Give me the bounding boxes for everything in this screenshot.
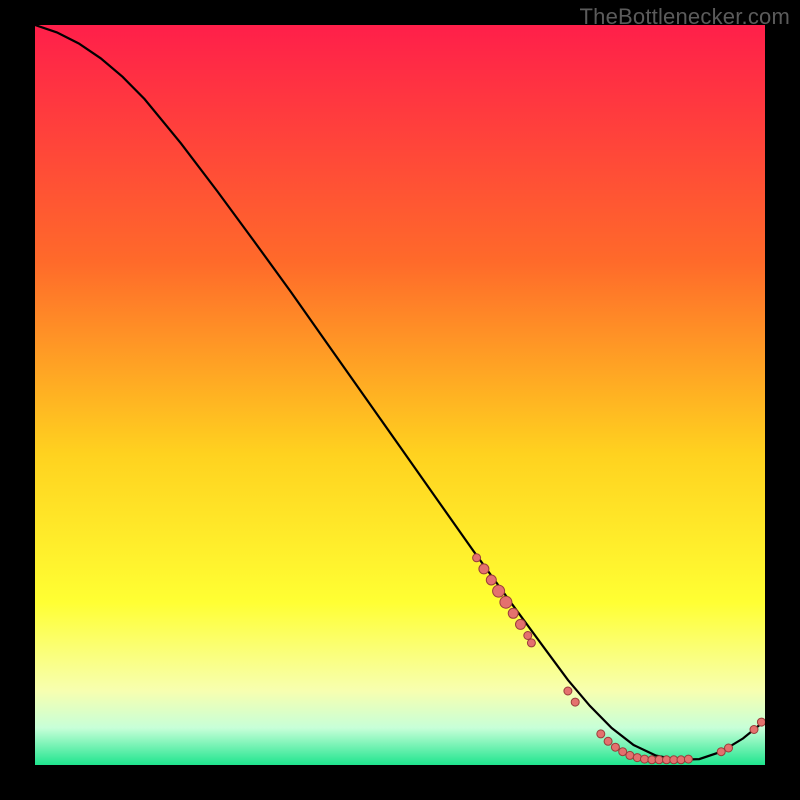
scatter-dot (717, 748, 725, 756)
scatter-dot (677, 756, 685, 764)
scatter-dot (611, 743, 619, 751)
plot-area (35, 25, 765, 765)
scatter-dot (527, 639, 535, 647)
scatter-dot (564, 687, 572, 695)
scatter-dot (479, 564, 489, 574)
scatter-dot (684, 755, 692, 763)
scatter-dot (626, 751, 634, 759)
scatter-dot (516, 619, 526, 629)
scatter-dot (486, 575, 496, 585)
scatter-dot (571, 698, 579, 706)
chart-stage: TheBottlenecker.com (0, 0, 800, 800)
scatter-dot (655, 756, 663, 764)
scatter-dot (508, 608, 518, 618)
scatter-dot (493, 585, 505, 597)
scatter-dot (604, 737, 612, 745)
curve-path (35, 25, 765, 760)
scatter-dot (500, 596, 512, 608)
curve-layer (35, 25, 765, 765)
scatter-dot (473, 554, 481, 562)
scatter-dot (725, 744, 733, 752)
scatter-dot (641, 755, 649, 763)
scatter-dot (633, 754, 641, 762)
scatter-dot (597, 730, 605, 738)
scatter-dot (757, 718, 765, 726)
scatter-dot (524, 632, 532, 640)
scatter-dot (750, 726, 758, 734)
